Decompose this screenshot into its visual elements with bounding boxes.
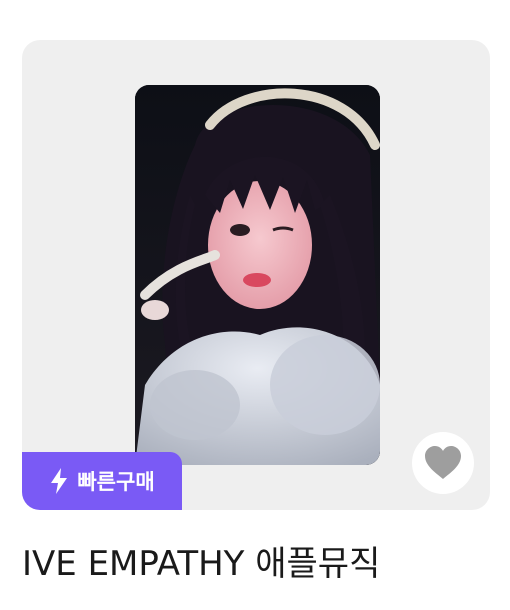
product-title[interactable]: IVE EMPATHY 애플뮤직: [22, 536, 380, 585]
product-photo[interactable]: [135, 85, 380, 465]
photocard-image: [135, 85, 380, 465]
lightning-icon: [51, 468, 68, 494]
favorite-button[interactable]: [412, 432, 474, 494]
heart-icon: [425, 446, 461, 479]
fast-purchase-label: 빠른구매: [77, 470, 155, 494]
fast-purchase-badge[interactable]: 빠른구매: [22, 452, 182, 510]
